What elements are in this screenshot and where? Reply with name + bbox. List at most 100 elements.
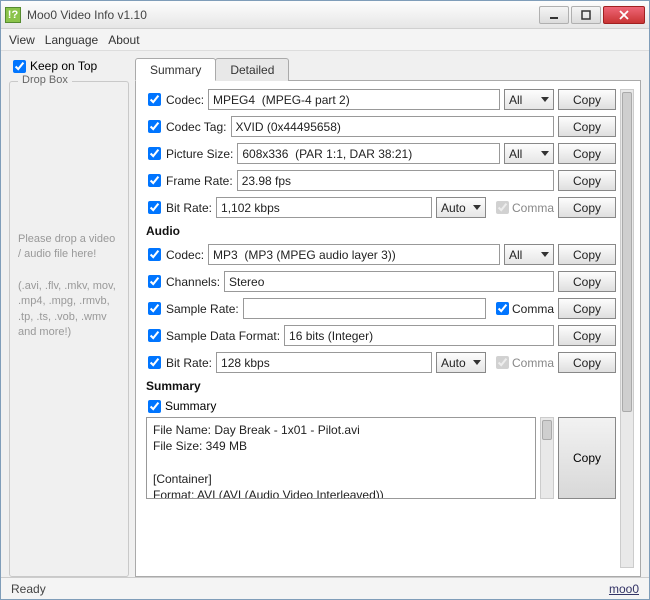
chevron-down-icon — [541, 252, 549, 257]
bit-rate-v-select[interactable]: Auto — [436, 197, 486, 218]
status-text: Ready — [11, 582, 46, 596]
codec-copy-button[interactable]: Copy — [558, 89, 616, 110]
bit-rate-a-field[interactable] — [216, 352, 432, 373]
sample-rate-comma[interactable]: Comma — [490, 302, 554, 316]
frame-rate-copy-button[interactable]: Copy — [558, 170, 616, 191]
picture-size-field[interactable] — [237, 143, 500, 164]
sample-fmt-copy-button[interactable]: Copy — [558, 325, 616, 346]
codec-checkbox[interactable] — [148, 93, 161, 106]
picture-size-copy-button[interactable]: Copy — [558, 143, 616, 164]
sample-fmt-checkbox[interactable] — [148, 329, 161, 342]
dropbox-label: Drop Box — [18, 74, 72, 86]
window-buttons — [539, 6, 645, 24]
row-bit-rate-video: Bit Rate: Auto Comma Copy — [142, 197, 616, 218]
row-sample-rate: Sample Rate: Comma Copy — [142, 298, 616, 319]
codec-tag-field[interactable] — [231, 116, 555, 137]
channels-checkbox[interactable] — [148, 275, 161, 288]
a-codec-checkbox[interactable] — [148, 248, 161, 261]
row-channels: Channels: Copy — [142, 271, 616, 292]
summary-checkbox-label: Summary — [165, 399, 216, 413]
picture-size-select[interactable]: All — [504, 143, 554, 164]
a-codec-label: Codec: — [166, 248, 204, 262]
row-bit-rate-audio: Bit Rate: Auto Comma Copy — [142, 352, 616, 373]
maximize-button[interactable] — [571, 6, 601, 24]
tab-detailed[interactable]: Detailed — [215, 58, 289, 81]
dropbox-message-2: (.avi, .flv, .mkv, mov, .mp4, .mpg, .rmv… — [18, 279, 120, 341]
sample-fmt-field[interactable] — [284, 325, 554, 346]
panel-scrollbar[interactable] — [620, 89, 634, 568]
channels-copy-button[interactable]: Copy — [558, 271, 616, 292]
bit-rate-v-label: Bit Rate: — [166, 201, 212, 215]
bit-rate-a-select[interactable]: Auto — [436, 352, 486, 373]
codec-select[interactable]: All — [504, 89, 554, 110]
dropbox[interactable]: Drop Box Please drop a video / audio fil… — [9, 81, 129, 577]
bit-rate-v-comma: Comma — [490, 201, 554, 215]
chevron-down-icon — [541, 151, 549, 156]
chevron-down-icon — [473, 205, 481, 210]
channels-field[interactable] — [224, 271, 554, 292]
bit-rate-a-checkbox[interactable] — [148, 356, 161, 369]
status-link[interactable]: moo0 — [609, 582, 639, 596]
dropbox-message-1: Please drop a video / audio file here! — [18, 232, 120, 263]
summary-copy-button[interactable]: Copy — [558, 417, 616, 499]
body: Keep on Top Drop Box Please drop a video… — [1, 51, 649, 577]
app-icon: !? — [5, 7, 21, 23]
panel-scroll-thumb[interactable] — [622, 92, 632, 412]
tab-summary[interactable]: Summary — [135, 58, 216, 81]
section-audio: Audio — [146, 224, 616, 238]
codec-field[interactable] — [208, 89, 500, 110]
codec-tag-label: Codec Tag: — [166, 120, 227, 134]
sample-rate-field[interactable] — [243, 298, 486, 319]
frame-rate-checkbox[interactable] — [148, 174, 161, 187]
row-codec-tag: Codec Tag: Copy — [142, 116, 616, 137]
bit-rate-v-copy-button[interactable]: Copy — [558, 197, 616, 218]
panel-content: Codec: All Copy Codec Tag: Copy Picture … — [142, 89, 616, 568]
picture-size-label: Picture Size: — [166, 147, 233, 161]
chevron-down-icon — [541, 97, 549, 102]
right-column: Summary Detailed Codec: All Copy Codec T… — [135, 57, 641, 577]
menu-view[interactable]: View — [9, 33, 35, 47]
summary-checkbox[interactable] — [148, 400, 161, 413]
menu-language[interactable]: Language — [45, 33, 98, 47]
codec-tag-checkbox[interactable] — [148, 120, 161, 133]
bit-rate-a-copy-button[interactable]: Copy — [558, 352, 616, 373]
row-picture-size: Picture Size: All Copy — [142, 143, 616, 164]
keep-on-top-input[interactable] — [13, 60, 26, 73]
status-bar: Ready moo0 — [1, 577, 649, 599]
a-codec-copy-button[interactable]: Copy — [558, 244, 616, 265]
close-button[interactable] — [603, 6, 645, 24]
sample-fmt-label: Sample Data Format: — [166, 329, 280, 343]
picture-size-checkbox[interactable] — [148, 147, 161, 160]
sample-rate-label: Sample Rate: — [166, 302, 239, 316]
summary-scroll-thumb[interactable] — [542, 420, 552, 440]
codec-tag-copy-button[interactable]: Copy — [558, 116, 616, 137]
keep-on-top-label: Keep on Top — [30, 59, 97, 73]
section-summary: Summary — [146, 379, 616, 393]
a-codec-select[interactable]: All — [504, 244, 554, 265]
menu-about[interactable]: About — [108, 33, 139, 47]
summary-textarea[interactable]: File Name: Day Break - 1x01 - Pilot.avi … — [146, 417, 536, 499]
a-codec-field[interactable] — [208, 244, 500, 265]
app-window: !? Moo0 Video Info v1.10 View Language A… — [0, 0, 650, 600]
keep-on-top-checkbox[interactable]: Keep on Top — [9, 57, 129, 75]
sample-rate-copy-button[interactable]: Copy — [558, 298, 616, 319]
sample-rate-comma-checkbox[interactable] — [496, 302, 509, 315]
bit-rate-a-comma-checkbox — [496, 356, 509, 369]
summary-box: File Name: Day Break - 1x01 - Pilot.avi … — [146, 417, 616, 499]
menubar: View Language About — [1, 29, 649, 51]
summary-scrollbar[interactable] — [540, 417, 554, 499]
sample-rate-checkbox[interactable] — [148, 302, 161, 315]
row-frame-rate: Frame Rate: Copy — [142, 170, 616, 191]
bit-rate-a-comma: Comma — [490, 356, 554, 370]
minimize-button[interactable] — [539, 6, 569, 24]
frame-rate-field[interactable] — [237, 170, 554, 191]
titlebar: !? Moo0 Video Info v1.10 — [1, 1, 649, 29]
bit-rate-v-comma-checkbox — [496, 201, 509, 214]
chevron-down-icon — [473, 360, 481, 365]
summary-checkbox-row[interactable]: Summary — [148, 399, 616, 413]
codec-label: Codec: — [166, 93, 204, 107]
bit-rate-a-label: Bit Rate: — [166, 356, 212, 370]
left-column: Keep on Top Drop Box Please drop a video… — [9, 57, 129, 577]
bit-rate-v-checkbox[interactable] — [148, 201, 161, 214]
bit-rate-v-field[interactable] — [216, 197, 432, 218]
